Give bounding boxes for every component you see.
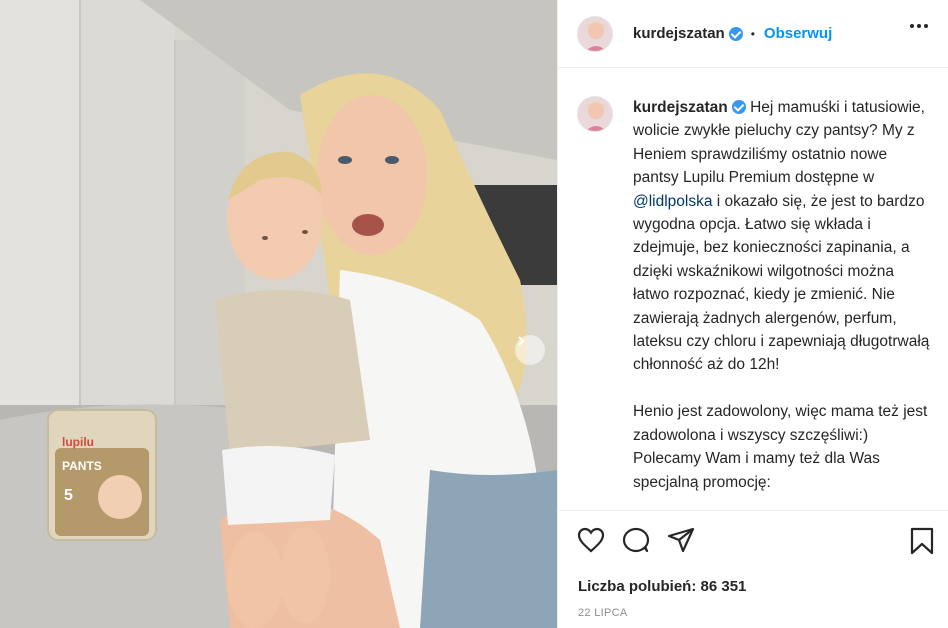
- post-side-panel: kurdejszatan • Obserwuj kurdejszatan Hej…: [557, 0, 948, 628]
- caption-username[interactable]: kurdejszatan: [633, 99, 728, 116]
- avatar-image: [578, 16, 612, 51]
- mention-link[interactable]: @lidlpolska: [633, 193, 713, 210]
- heart-icon[interactable]: [577, 527, 605, 553]
- avatar[interactable]: [577, 15, 613, 52]
- verified-badge-icon: [731, 100, 746, 114]
- caption-text: kurdejszatan Hej mamuśki i tatusiowie, w…: [633, 96, 933, 494]
- separator-dot: •: [750, 26, 755, 41]
- caption-part-2: i okazało się, że jest to bardzo wygodna…: [633, 192, 930, 491]
- bookmark-icon[interactable]: [909, 527, 935, 555]
- caption-avatar[interactable]: [577, 96, 613, 132]
- likes-count[interactable]: Liczba polubień: 86 351: [578, 578, 746, 595]
- package-size-text: 5: [64, 487, 73, 504]
- share-icon[interactable]: [667, 527, 695, 553]
- comments-area[interactable]: kurdejszatan Hej mamuśki i tatusiowie, w…: [558, 69, 948, 510]
- more-horizontal-icon[interactable]: [910, 24, 928, 28]
- caption-row: kurdejszatan Hej mamuśki i tatusiowie, w…: [558, 69, 948, 494]
- chevron-right-icon: [518, 336, 525, 346]
- action-bar: Liczba polubień: 86 351 22 LIPCA: [558, 510, 948, 628]
- post-photo: lupilu PANTS 5: [0, 0, 557, 628]
- comment-icon[interactable]: [622, 527, 650, 553]
- carousel-next-button[interactable]: [515, 335, 545, 365]
- post-date[interactable]: 22 LIPCA: [578, 607, 627, 619]
- package-type-text: PANTS: [62, 459, 102, 473]
- follow-button[interactable]: Obserwuj: [764, 25, 832, 42]
- header-username[interactable]: kurdejszatan: [633, 25, 725, 42]
- photo-illustration: lupilu PANTS 5: [0, 0, 557, 628]
- verified-badge-icon: [728, 26, 743, 41]
- avatar-image: [578, 97, 612, 131]
- package-brand-text: lupilu: [62, 435, 94, 449]
- post-header: kurdejszatan • Obserwuj: [558, 0, 948, 68]
